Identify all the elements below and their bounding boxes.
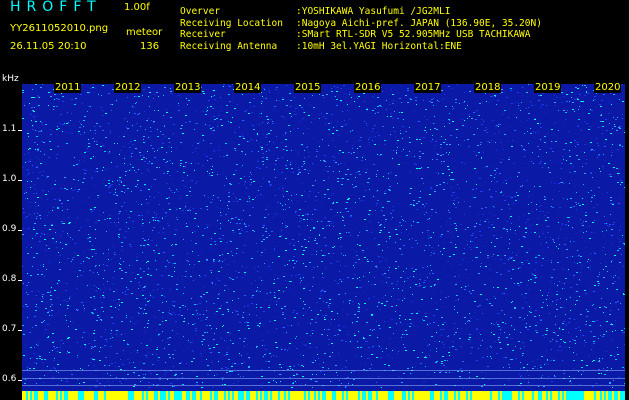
minute-label: 2016 <box>354 82 382 93</box>
frequency-tick: 1.0 <box>0 174 22 186</box>
file-datetime: 26.11.05 20:10 <box>10 41 87 52</box>
station-info: Overver:YOSHIKAWA Yasufumi /JG2MLI Recei… <box>180 6 542 52</box>
app-title: HROFFT <box>10 0 102 15</box>
minute-label: 2017 <box>414 82 442 93</box>
waterfall-image <box>22 84 625 400</box>
station-row-receiver: Receiver:SMart RTL-SDR V5 52.905MHz USB … <box>180 29 531 40</box>
detection-type: meteor <box>126 27 163 38</box>
frequency-tick: 0.9 <box>0 224 22 236</box>
header: HROFFT 1.00f YY2611052010.png meteor 26.… <box>0 0 629 78</box>
minute-label: 2020 <box>594 82 622 93</box>
minute-label: 2011 <box>54 82 82 93</box>
frequency-tick: 1.1 <box>0 124 22 136</box>
right-border <box>625 84 629 400</box>
frequency-tick: 0.7 <box>0 324 22 336</box>
minute-marks: 2011 2012 2013 2014 2015 2016 2017 2018 … <box>22 82 625 94</box>
station-row-location: Receiving Location:Nagoya Aichi-pref. JA… <box>180 17 542 29</box>
minute-label: 2018 <box>474 82 502 93</box>
frequency-tick: 0.8 <box>0 274 22 286</box>
minute-label: 2019 <box>534 82 562 93</box>
app-version: 1.00f <box>124 2 150 13</box>
minute-label: 2013 <box>174 82 202 93</box>
frequency-unit-label: kHz <box>2 74 19 84</box>
file-name: YY2611052010.png <box>10 23 109 34</box>
minute-label: 2015 <box>294 82 322 93</box>
spectrogram-waterfall <box>22 84 625 400</box>
minute-label: 2014 <box>234 82 262 93</box>
frequency-axis: 1.1 1.0 0.9 0.8 0.7 0.6 <box>0 84 22 400</box>
station-row-antenna: Receiving Antenna:10mH 3el.YAGI Horizont… <box>180 40 462 52</box>
frequency-tick: 0.6 <box>0 374 22 386</box>
minute-label: 2012 <box>114 82 142 93</box>
detection-count: 136 <box>140 41 160 52</box>
station-row-observer: Overver:YOSHIKAWA Yasufumi /JG2MLI <box>180 6 451 17</box>
